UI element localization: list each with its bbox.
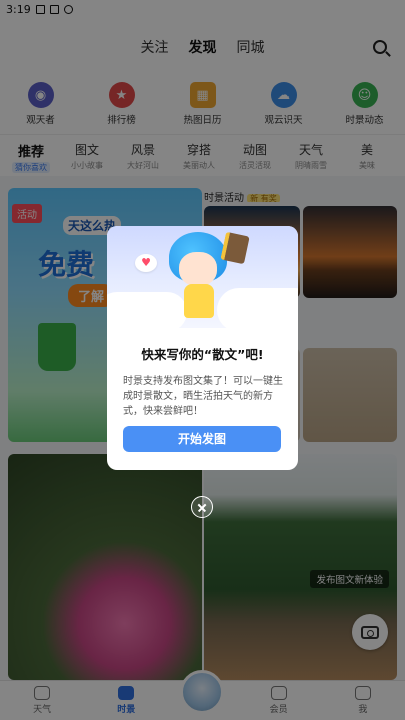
cloud-shape	[107, 292, 187, 332]
character-face	[179, 252, 217, 286]
cloud-shape	[217, 288, 298, 332]
dialog-illustration: ♥	[107, 226, 298, 332]
start-posting-button[interactable]: 开始发图	[123, 426, 281, 452]
dialog-body: 时景支持发布图文集了！可以一键生成时景散文，晒生活拍天气的新方式，快来尝鲜吧！	[123, 376, 283, 417]
announcement-dialog: ♥ 快来写你的“散文”吧! 时景支持发布图文集了！可以一键生成时景散文，晒生活拍…	[107, 226, 298, 470]
close-icon[interactable]	[191, 496, 213, 518]
book-icon	[220, 231, 250, 265]
dialog-title: 快来写你的“散文”吧!	[141, 347, 264, 362]
character-body	[184, 284, 214, 318]
heart-icon: ♥	[135, 254, 157, 272]
